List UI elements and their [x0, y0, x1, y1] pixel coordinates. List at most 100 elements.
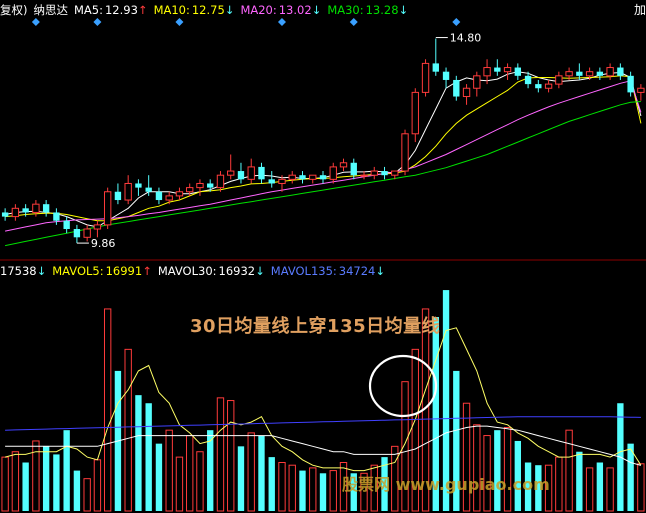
volume-bar[interactable]: [1, 456, 9, 512]
candle-body[interactable]: [544, 83, 553, 89]
candle-body[interactable]: [329, 166, 337, 180]
candle-body[interactable]: [186, 187, 194, 193]
candle-body[interactable]: [103, 191, 112, 226]
candle-body[interactable]: [83, 228, 91, 238]
volume-bar[interactable]: [329, 470, 337, 512]
candle-body[interactable]: [268, 179, 275, 184]
volume-bar[interactable]: [165, 429, 173, 512]
candle-body[interactable]: [391, 170, 399, 176]
candle-body[interactable]: [93, 224, 102, 230]
volume-bar[interactable]: [155, 443, 163, 511]
candle-body[interactable]: [42, 204, 50, 213]
volume-bar[interactable]: [63, 430, 70, 511]
volume-bar[interactable]: [216, 397, 225, 512]
candle-body[interactable]: [514, 67, 522, 76]
candle-body[interactable]: [411, 91, 419, 135]
candle-body[interactable]: [462, 87, 471, 98]
candle-body[interactable]: [73, 229, 81, 238]
volume-bar[interactable]: [288, 464, 296, 512]
volume-bar[interactable]: [53, 454, 60, 511]
volume-bar[interactable]: [503, 426, 512, 512]
volume-bar[interactable]: [606, 467, 614, 512]
candle-body[interactable]: [370, 170, 378, 176]
candle-body[interactable]: [627, 75, 634, 93]
candle-body[interactable]: [155, 191, 163, 201]
volume-bar[interactable]: [227, 400, 235, 512]
candle-body[interactable]: [565, 71, 573, 77]
volume-bar[interactable]: [175, 456, 184, 512]
candlestick-series[interactable]: [1, 38, 645, 244]
candle-body[interactable]: [165, 195, 173, 201]
candle-body[interactable]: [309, 174, 317, 180]
volume-bar[interactable]: [309, 467, 317, 512]
volume-bar[interactable]: [11, 451, 20, 512]
candle-body[interactable]: [483, 67, 491, 77]
candle-body[interactable]: [11, 207, 20, 218]
candle-body[interactable]: [596, 71, 604, 76]
candle-body[interactable]: [278, 178, 286, 184]
volume-bar[interactable]: [124, 348, 132, 512]
candle-body[interactable]: [196, 182, 204, 189]
candle-body[interactable]: [53, 212, 60, 221]
candle-body[interactable]: [350, 162, 357, 176]
volume-bar[interactable]: [627, 443, 634, 511]
volume-bar[interactable]: [299, 470, 306, 511]
candle-body[interactable]: [576, 71, 583, 76]
volume-bar[interactable]: [319, 473, 327, 511]
volume-bar[interactable]: [103, 308, 112, 512]
candle-body[interactable]: [216, 174, 225, 189]
volume-bar[interactable]: [596, 462, 604, 511]
volume-bar[interactable]: [73, 470, 81, 511]
volume-bar[interactable]: [145, 403, 152, 511]
candle-body[interactable]: [524, 75, 532, 85]
candle-body[interactable]: [135, 183, 142, 188]
candle-body[interactable]: [555, 75, 563, 85]
volume-bar[interactable]: [83, 478, 91, 512]
volume-bar[interactable]: [278, 462, 286, 512]
volume-bar[interactable]: [42, 446, 50, 511]
volume-bar[interactable]: [237, 446, 245, 511]
volume-bar[interactable]: [555, 456, 563, 512]
volume-bar[interactable]: [268, 457, 275, 511]
candle-body[interactable]: [22, 208, 29, 213]
volume-bar[interactable]: [585, 467, 594, 512]
candle-body[interactable]: [637, 87, 645, 93]
candle-body[interactable]: [175, 191, 184, 197]
volume-bar[interactable]: [93, 459, 102, 512]
candle-body[interactable]: [32, 203, 40, 213]
candle-body[interactable]: [381, 171, 388, 176]
candle-body[interactable]: [258, 166, 265, 180]
volume-bar[interactable]: [207, 430, 214, 511]
candle-body[interactable]: [288, 174, 296, 180]
candle-body[interactable]: [360, 174, 368, 177]
volume-bar[interactable]: [258, 435, 265, 511]
volume-bar[interactable]: [22, 462, 29, 511]
volume-bar[interactable]: [135, 395, 142, 511]
candle-body[interactable]: [494, 67, 501, 72]
candle-body[interactable]: [207, 183, 214, 188]
volume-bar[interactable]: [576, 451, 583, 511]
candle-body[interactable]: [319, 175, 327, 180]
candle-body[interactable]: [247, 166, 255, 180]
volume-bar[interactable]: [637, 463, 645, 512]
candle-body[interactable]: [421, 62, 430, 93]
candle-body[interactable]: [114, 191, 122, 201]
candle-body[interactable]: [227, 170, 235, 176]
candle-body[interactable]: [339, 162, 348, 168]
candle-body[interactable]: [473, 75, 481, 89]
volume-bar[interactable]: [186, 435, 194, 512]
candle-body[interactable]: [535, 84, 542, 89]
candle-body[interactable]: [299, 175, 306, 180]
candle-body[interactable]: [1, 212, 9, 217]
volume-bar[interactable]: [247, 432, 255, 512]
candle-body[interactable]: [442, 71, 450, 80]
candle-body[interactable]: [63, 220, 70, 230]
candle-body[interactable]: [606, 67, 614, 77]
candle-body[interactable]: [503, 67, 512, 73]
volume-bar[interactable]: [565, 429, 573, 512]
candle-body[interactable]: [124, 182, 132, 201]
candle-body[interactable]: [453, 79, 460, 97]
candle-body[interactable]: [585, 71, 594, 77]
candle-body[interactable]: [432, 63, 439, 72]
candle-body[interactable]: [401, 133, 409, 172]
